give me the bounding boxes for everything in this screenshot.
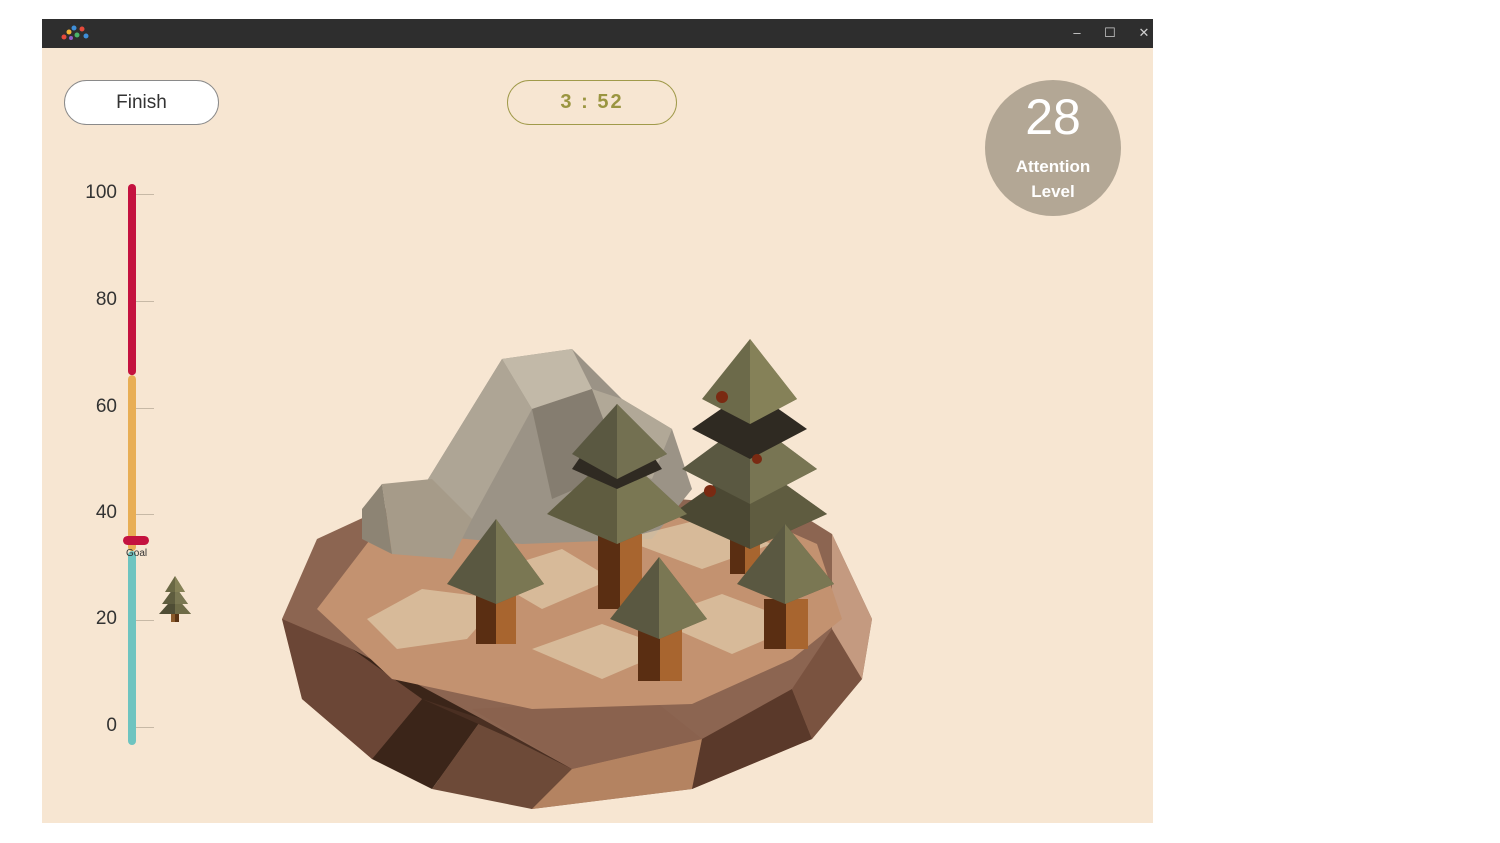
goal-marker[interactable] (123, 535, 149, 545)
meter-zones (128, 184, 136, 745)
maximize-button[interactable]: ☐ (1100, 24, 1120, 42)
finish-button[interactable]: Finish (64, 80, 219, 125)
attention-label: Attention Level (1015, 157, 1091, 201)
close-button[interactable]: ✕ (1134, 24, 1153, 42)
attention-value: 28 (1025, 89, 1081, 145)
title-bar: – ☐ ✕ (42, 19, 1153, 48)
attention-level-display: 28 Attention Level (985, 80, 1121, 216)
session-timer: 3 : 52 (507, 80, 677, 125)
app-window: – ☐ ✕ Finish 3 : 52 28 Attention Level 1… (42, 19, 1153, 823)
tree-icon (159, 576, 191, 622)
minimize-button[interactable]: – (1067, 24, 1087, 42)
app-logo-icon (61, 25, 89, 40)
meter-zone (128, 551, 136, 745)
floating-island-scene (282, 339, 872, 809)
meter-bar (123, 184, 149, 745)
goal-label: Goal (126, 548, 148, 559)
meter-zone (128, 184, 136, 376)
attention-meter: 100 80 60 40 20 0 Goal (72, 174, 202, 754)
meter-zone (128, 375, 136, 552)
